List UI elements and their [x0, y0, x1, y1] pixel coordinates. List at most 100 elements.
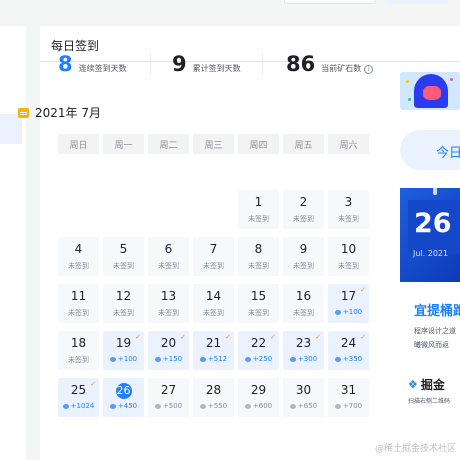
month-label: 2021年 7月: [35, 106, 101, 120]
day-status: +1024: [58, 402, 99, 410]
day-number: 1: [254, 195, 263, 209]
calendar-day-2[interactable]: 2 未签到: [283, 190, 324, 229]
confetti-dot: [406, 80, 409, 83]
stat-divider: [150, 54, 151, 74]
day-status: 未签到: [158, 262, 179, 270]
confetti-dot: [450, 78, 453, 81]
calendar-day-22[interactable]: 22 +250 ✓: [238, 331, 279, 370]
calendar-day-8[interactable]: 8 未签到: [238, 237, 279, 276]
stat-total: 9 累计签到天数: [172, 52, 241, 76]
weekday-header: 周三: [193, 134, 234, 154]
stat-label: 累计签到天数: [192, 64, 241, 73]
confetti-dot: [408, 98, 411, 101]
day-number: 14: [205, 289, 222, 303]
calendar-day-16[interactable]: 16 未签到: [283, 284, 324, 323]
calendar-icon: [18, 107, 29, 118]
stat-ore: 86 当前矿石数 i: [286, 52, 374, 76]
ore-amount: +250: [252, 355, 273, 363]
calendar-day-5[interactable]: 5 未签到: [103, 237, 144, 276]
signed-check-icon: ✓: [180, 333, 186, 341]
day-number: 10: [340, 242, 357, 256]
calendar-day-12[interactable]: 12 未签到: [103, 284, 144, 323]
calendar-day-28[interactable]: 28 +550: [193, 378, 234, 417]
watermark: @稀土掘金技术社区: [374, 444, 456, 454]
calendar-day-31[interactable]: 31 +700: [328, 378, 369, 417]
calendar-day-25[interactable]: 25 +1024 ✓: [58, 378, 99, 417]
day-number: 29: [250, 383, 267, 397]
calendar-day-6[interactable]: 6 未签到: [148, 237, 189, 276]
today-signin-button[interactable]: 今日: [400, 130, 460, 170]
weekday-header: 周二: [148, 134, 189, 154]
day-status: 未签到: [293, 215, 314, 223]
calendar-day-7[interactable]: 7 未签到: [193, 237, 234, 276]
day-status: 未签到: [203, 309, 224, 317]
calendar-day-14[interactable]: 14 未签到: [193, 284, 234, 323]
top-search-box[interactable]: [284, 0, 376, 4]
day-status: 未签到: [293, 262, 314, 270]
day-status: +300: [283, 355, 324, 363]
day-number: 27: [160, 383, 177, 397]
day-status: 未签到: [338, 262, 359, 270]
calendar-day-10[interactable]: 10 未签到: [328, 237, 369, 276]
mascot-face-shape: [423, 86, 441, 100]
calendar-day-21[interactable]: 21 +512 ✓: [193, 331, 234, 370]
day-status: 未签到: [158, 309, 179, 317]
calendar-day-17[interactable]: 17 +100 ✓: [328, 284, 369, 323]
day-status: 未签到: [203, 262, 224, 270]
day-status: +450: [103, 402, 144, 410]
today-marker: 26: [115, 383, 132, 399]
weekday-header: 周一: [103, 134, 144, 154]
left-nav-panel: [0, 26, 26, 460]
top-fragment: [170, 0, 250, 3]
day-status: +500: [148, 402, 189, 410]
stat-label: 当前矿石数: [321, 64, 362, 73]
calendar-day-30[interactable]: 30 +650: [283, 378, 324, 417]
calendar-day-9[interactable]: 9 未签到: [283, 237, 324, 276]
calendar-day-3[interactable]: 3 未签到: [328, 190, 369, 229]
calendar-day-13[interactable]: 13 未签到: [148, 284, 189, 323]
stat-value: 9: [172, 52, 187, 76]
signed-check-icon: ✓: [360, 286, 366, 294]
day-status: +700: [328, 402, 369, 410]
brand-subtext: 扫描右侧二维码: [408, 398, 451, 405]
weekday-header: 周四: [238, 134, 279, 154]
calendar-day-26[interactable]: 26 +450: [103, 378, 144, 417]
weekday-header: 周日: [58, 134, 99, 154]
day-number: 7: [209, 242, 218, 256]
calendar-day-29[interactable]: 29 +600: [238, 378, 279, 417]
day-number: 8: [254, 242, 263, 256]
day-status: +100: [103, 355, 144, 363]
calendar-day-1[interactable]: 1 未签到: [238, 190, 279, 229]
calendar-day-23[interactable]: 23 +300 ✓: [283, 331, 324, 370]
calendar-day-11[interactable]: 11 未签到: [58, 284, 99, 323]
day-number: 5: [119, 242, 128, 256]
top-action-button[interactable]: [388, 0, 448, 4]
calendar-day-20[interactable]: 20 +150 ✓: [148, 331, 189, 370]
signed-check-icon: ✓: [225, 333, 231, 341]
stat-value: 86: [286, 52, 316, 76]
calendar-day-19[interactable]: 19 +100 ✓: [103, 331, 144, 370]
promo-text-line: 曦微风而返: [414, 341, 449, 349]
day-status: +600: [238, 402, 279, 410]
weekday-header: 周五: [283, 134, 324, 154]
day-status: 未签到: [113, 262, 134, 270]
calendar-day-15[interactable]: 15 未签到: [238, 284, 279, 323]
day-number: 30: [295, 383, 312, 397]
day-number: 11: [70, 289, 87, 303]
calendar-day-4[interactable]: 4 未签到: [58, 237, 99, 276]
info-icon[interactable]: i: [364, 65, 374, 74]
day-number: 4: [74, 242, 83, 256]
promo-text-line: 程序设计之道: [414, 327, 456, 335]
calendar-day-24[interactable]: 24 +350 ✓: [328, 331, 369, 370]
day-status: +350: [328, 355, 369, 363]
calendar-day-18[interactable]: 18 未签到: [58, 331, 99, 370]
ore-amount: +512: [207, 355, 228, 363]
ore-amount: +300: [297, 355, 318, 363]
calendar-day-27[interactable]: 27 +500: [148, 378, 189, 417]
day-status: +250: [238, 355, 279, 363]
ore-amount: +150: [162, 355, 183, 363]
brand-row: ❖ 掘金: [408, 376, 445, 393]
mascot-banner[interactable]: [400, 72, 460, 110]
day-status: 未签到: [113, 309, 134, 317]
day-status: 未签到: [338, 215, 359, 223]
